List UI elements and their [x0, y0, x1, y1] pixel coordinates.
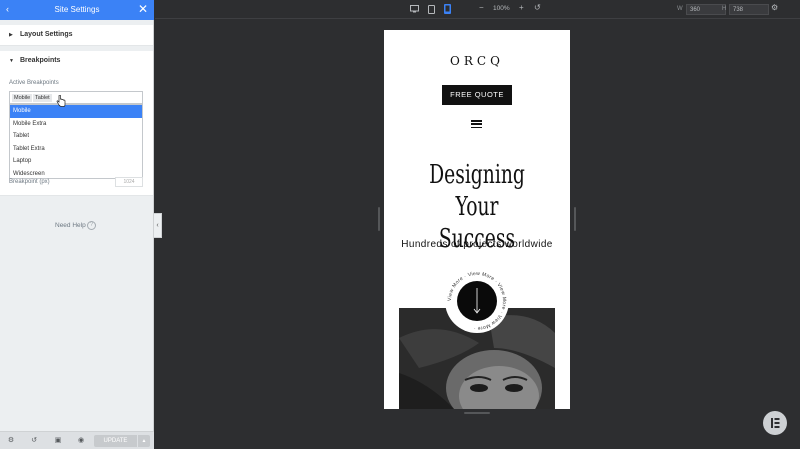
need-help-link[interactable]: Need Help [55, 222, 86, 229]
site-logo[interactable]: ORCQ [384, 54, 570, 68]
option-mobile-extra[interactable]: Mobile Extra [10, 118, 142, 131]
mobile-icon[interactable] [444, 4, 451, 14]
hand-cursor-icon [56, 95, 66, 107]
height-label: H [722, 6, 727, 12]
eye-icon[interactable]: ◉ [77, 437, 85, 445]
chip-tablet[interactable]: Tablet [33, 94, 52, 102]
responsive-icon[interactable]: ▣ [54, 437, 62, 445]
section-title: Layout Settings [20, 31, 73, 38]
gear-icon[interactable]: ⚙ [7, 437, 15, 445]
help-icon[interactable]: ? [87, 221, 96, 230]
headline-line: Designing Your [429, 160, 525, 222]
elementor-icon [764, 412, 786, 434]
caret-right-icon: ▶ [9, 32, 13, 38]
panel-footer: ⚙ ↺ ▣ ◉ UPDATE ▲ [0, 431, 154, 449]
reset-icon[interactable]: ↺ [534, 3, 541, 12]
option-mobile[interactable]: Mobile [10, 105, 142, 118]
responsive-toolbar: − 100% + ↺ W 360 H 738 ⚙ [155, 0, 800, 19]
history-icon[interactable]: ↺ [30, 437, 38, 445]
hamburger-menu-icon[interactable] [471, 120, 482, 129]
update-button[interactable]: UPDATE [94, 435, 137, 447]
section-title[interactable]: Breakpoints [20, 57, 60, 64]
height-input[interactable]: 738 [729, 4, 769, 15]
option-tablet[interactable]: Tablet [10, 130, 142, 143]
close-icon[interactable]: ✕ [138, 2, 148, 16]
breakpoint-px-input[interactable]: 1024 [115, 177, 143, 187]
chip-mobile[interactable]: Mobile [12, 94, 33, 102]
gear-icon[interactable]: ⚙ [771, 3, 778, 12]
view-more-circle-badge[interactable]: View More · View More · View More · View… [444, 268, 510, 334]
active-breakpoints-label: Active Breakpoints [9, 80, 59, 86]
breakpoints-dropdown: Mobile Mobile Extra Tablet Tablet Extra … [9, 104, 143, 179]
desktop-icon[interactable] [410, 5, 419, 13]
width-label: W [677, 6, 683, 12]
hero-subheadline: Hundreds of projects worldwide [401, 239, 553, 250]
option-tablet-extra[interactable]: Tablet Extra [10, 143, 142, 156]
zoom-level: 100% [493, 5, 510, 12]
resize-handle-right[interactable] [574, 207, 576, 231]
section-layout-settings[interactable]: ▶ Layout Settings [0, 25, 153, 46]
active-breakpoints-select[interactable]: Mobile Tablet [9, 91, 143, 104]
section-breakpoints: ▼ Breakpoints Active Breakpoints Mobile … [0, 51, 153, 196]
update-options-button[interactable]: ▲ [138, 435, 150, 447]
breakpoint-px-label: Breakpoint (px) [9, 179, 50, 185]
resize-handle-bottom[interactable] [464, 412, 490, 414]
panel-title: Site Settings [54, 5, 100, 14]
caret-down-icon[interactable]: ▼ [9, 58, 14, 64]
site-settings-panel: ‹ Site Settings ✕ ▶ Layout Settings ▼ Br… [0, 0, 154, 449]
resize-handle-left[interactable] [378, 207, 380, 231]
option-laptop[interactable]: Laptop [10, 155, 142, 168]
zoom-out-icon[interactable]: − [479, 3, 484, 12]
tablet-icon[interactable] [428, 5, 435, 14]
free-quote-button[interactable]: FREE QUOTE [442, 85, 512, 105]
elementor-logo-button[interactable] [763, 411, 787, 435]
width-input[interactable]: 360 [686, 4, 726, 15]
zoom-in-icon[interactable]: + [519, 3, 524, 12]
collapse-panel-button[interactable]: ‹ [154, 213, 162, 238]
mobile-preview: ORCQ FREE QUOTE Designing Your Success H… [384, 30, 570, 409]
panel-header: ‹ Site Settings ✕ [0, 0, 154, 20]
